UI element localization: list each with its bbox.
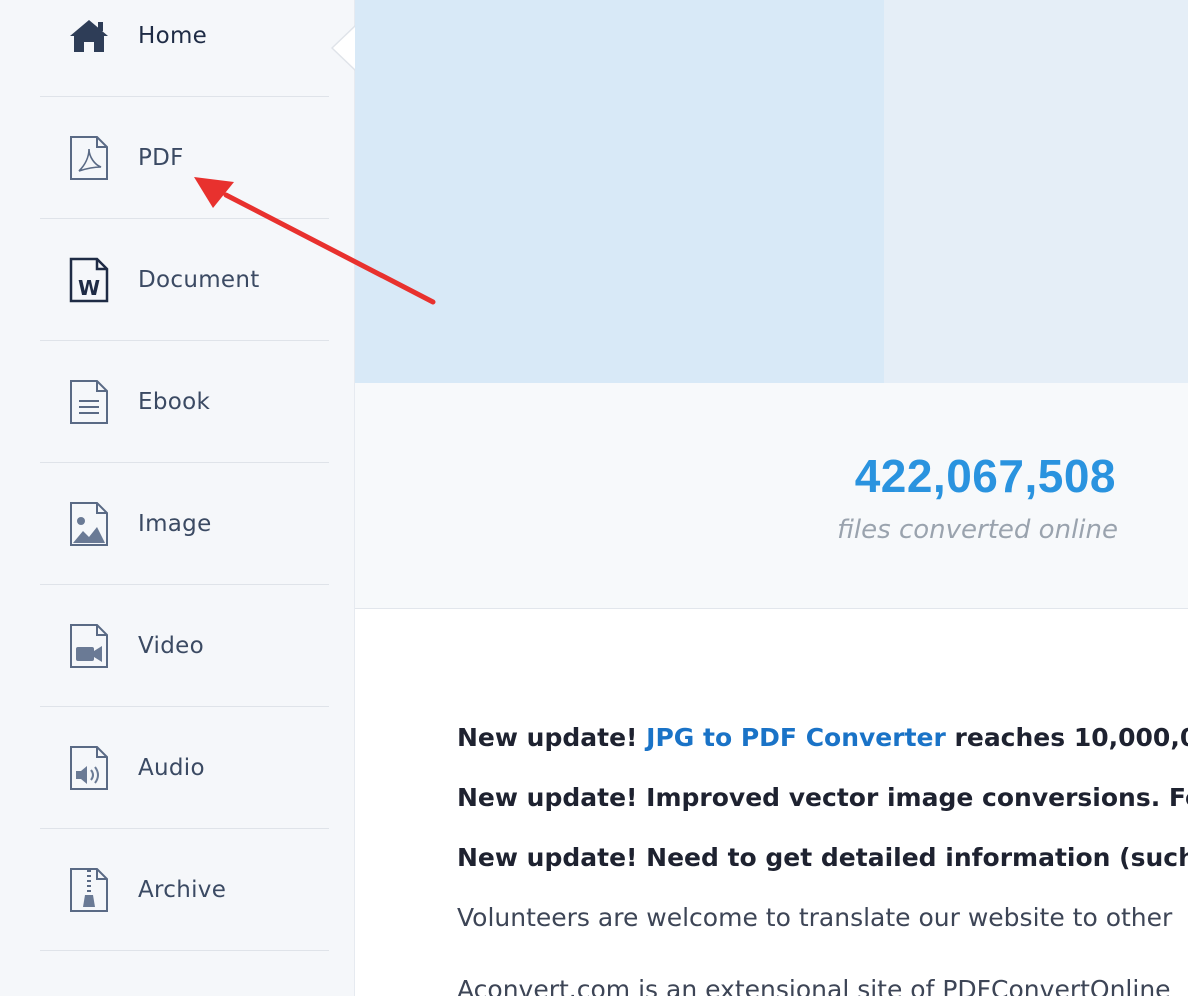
word-document-icon: W <box>68 257 110 302</box>
sidebar-item-label: Audio <box>138 754 205 781</box>
update-line: New update! Improved vector image conver… <box>457 783 1188 812</box>
jpg-to-pdf-link[interactable]: JPG to PDF Converter <box>646 723 946 752</box>
banner-panel-left <box>355 0 884 383</box>
sidebar-item-pdf[interactable]: PDF <box>40 97 329 219</box>
active-indicator <box>333 26 356 70</box>
sidebar-item-home[interactable]: Home <box>40 0 329 97</box>
sidebar-item-image[interactable]: Image <box>40 463 329 585</box>
sidebar-item-label: Archive <box>138 876 227 903</box>
files-converted-caption: files converted online <box>837 515 1118 545</box>
volunteers-text: Volunteers are welcome to translate our … <box>457 903 1173 932</box>
sidebar-item-label: Document <box>138 266 260 293</box>
sidebar-item-label: Image <box>138 510 212 537</box>
update-line: New update! Need to get detailed informa… <box>457 843 1188 872</box>
update-line: New update! JPG to PDF Converter reaches… <box>457 723 1188 752</box>
sidebar: Home PDF W Document Ebook Image Video Au… <box>0 0 356 996</box>
sidebar-item-document[interactable]: W Document <box>40 219 329 341</box>
files-converted-count: 422,067,508 <box>854 450 1116 502</box>
sidebar-item-video[interactable]: Video <box>40 585 329 707</box>
sidebar-item-label: PDF <box>138 144 184 171</box>
video-file-icon <box>68 623 110 668</box>
home-icon <box>68 14 110 58</box>
pdf-file-icon <box>68 135 110 180</box>
sidebar-item-ebook[interactable]: Ebook <box>40 341 329 463</box>
sidebar-item-archive[interactable]: Archive <box>40 829 329 951</box>
sidebar-item-audio[interactable]: Audio <box>40 707 329 829</box>
ebook-icon <box>68 379 110 424</box>
about-text: Aconvert.com is an extensional site of P… <box>457 975 1171 996</box>
sidebar-item-label: Home <box>138 22 208 49</box>
image-file-icon <box>68 501 110 546</box>
banner-panel-right <box>884 0 1188 383</box>
sidebar-item-label: Video <box>138 632 204 659</box>
archive-file-icon <box>68 867 110 912</box>
sidebar-item-label: Ebook <box>138 388 211 415</box>
audio-file-icon <box>68 745 110 790</box>
updates-section: New update! JPG to PDF Converter reaches… <box>355 609 1188 996</box>
svg-text:W: W <box>78 276 100 300</box>
conversion-stats: 422,067,508 files converted online <box>355 383 1188 609</box>
